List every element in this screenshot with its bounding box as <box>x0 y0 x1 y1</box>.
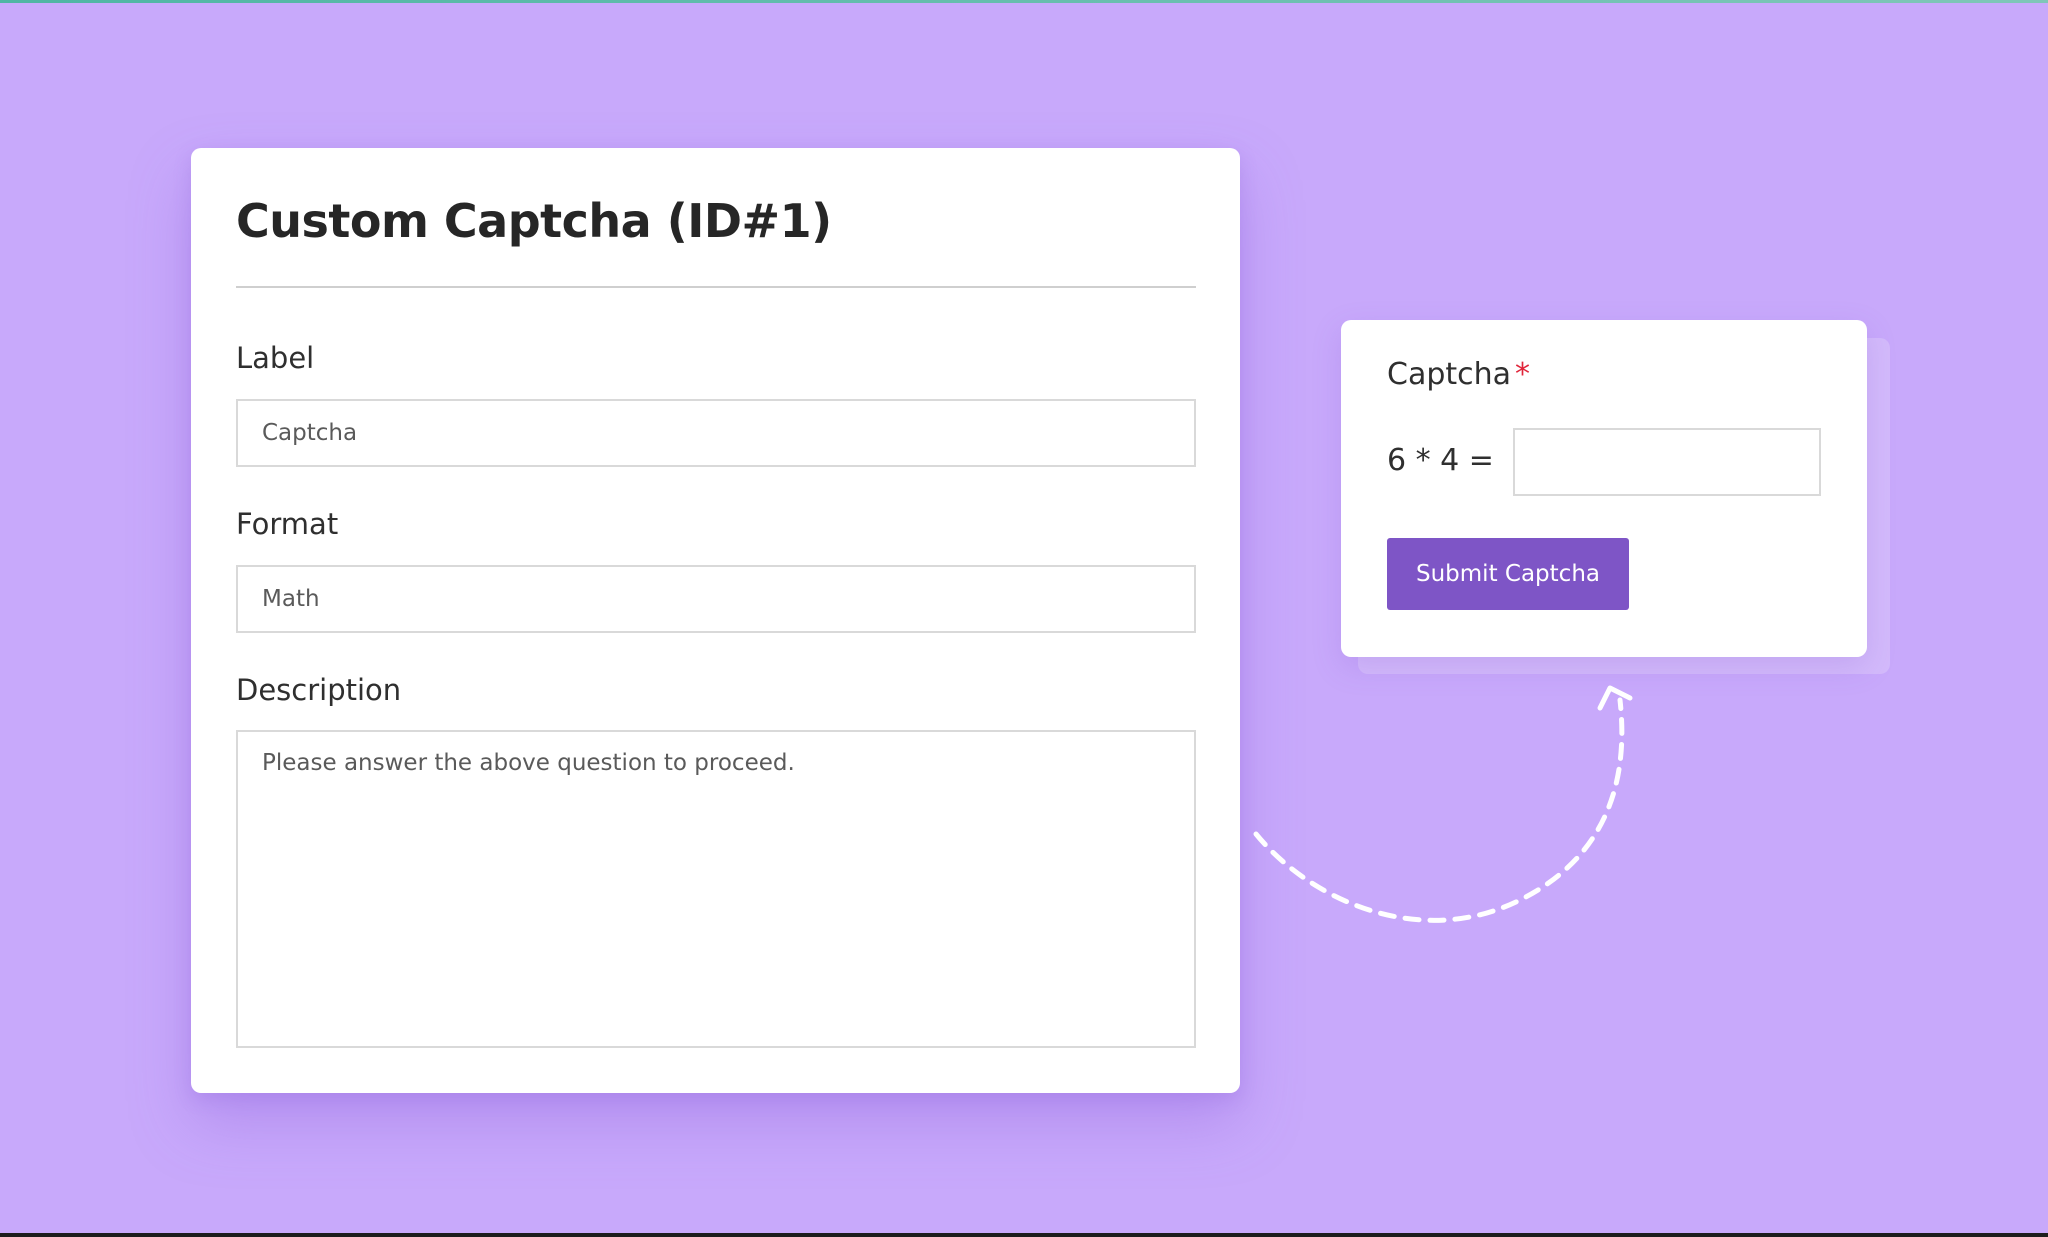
arrow-curve <box>1253 697 1625 923</box>
submit-captcha-button[interactable]: Submit Captcha <box>1387 538 1629 610</box>
bottom-edge-line <box>0 1233 2048 1237</box>
description-value: Please answer the above question to proc… <box>262 750 795 776</box>
settings-title: Custom Captcha (ID#1) <box>236 194 832 248</box>
description-field-heading: Description <box>236 673 402 707</box>
captcha-label-text: Captcha <box>1387 357 1512 392</box>
description-textarea[interactable]: Please answer the above question to proc… <box>236 730 1196 1048</box>
label-field-input[interactable]: Captcha <box>236 399 1196 467</box>
top-accent-line <box>0 0 2048 3</box>
format-field-value: Math <box>262 586 320 612</box>
arrow-head <box>1597 685 1633 711</box>
label-field-value: Captcha <box>262 420 358 446</box>
captcha-field-label: Captcha * <box>1387 360 1530 390</box>
captcha-settings-card: Custom Captcha (ID#1) Label Captcha Form… <box>191 148 1240 1093</box>
captcha-preview-card: Captcha * 6 * 4 = Submit Captcha <box>1341 320 1867 657</box>
captcha-answer-input[interactable] <box>1513 428 1821 496</box>
required-asterisk: * <box>1515 357 1531 392</box>
label-field-heading: Label <box>236 341 315 375</box>
format-field-heading: Format <box>236 507 339 541</box>
title-divider <box>236 286 1196 288</box>
math-question: 6 * 4 = <box>1387 443 1494 478</box>
format-field-input[interactable]: Math <box>236 565 1196 633</box>
